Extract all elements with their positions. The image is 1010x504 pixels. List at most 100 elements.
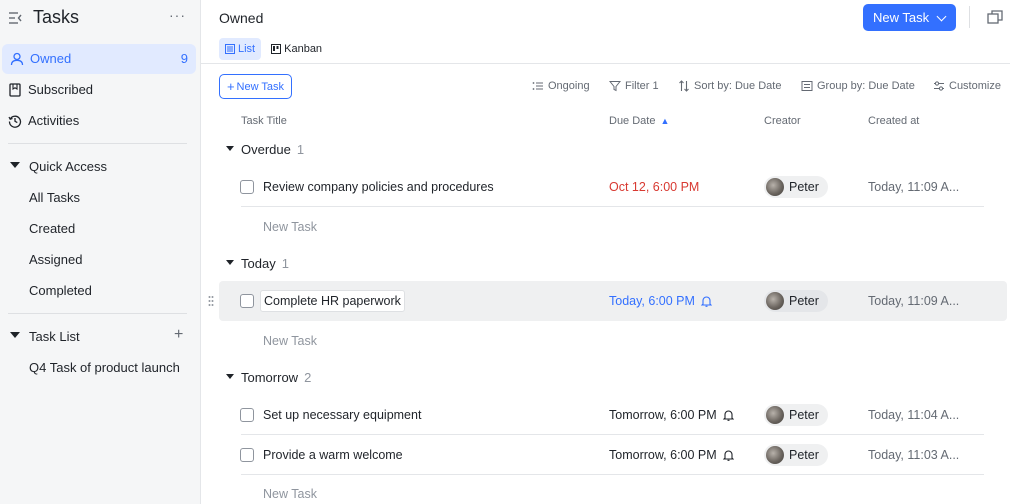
task-title[interactable]: Review company policies and procedures	[263, 180, 494, 194]
task-due-date[interactable]: Tomorrow, 6:00 PM	[609, 448, 734, 462]
add-task-row[interactable]: New Task	[263, 220, 317, 234]
add-task-row[interactable]: New Task	[263, 334, 317, 348]
customize-button[interactable]: Customize	[933, 80, 1001, 92]
filter-label: Filter 1	[625, 80, 659, 92]
sidebar-item-label: Subscribed	[28, 82, 94, 97]
chevron-down-icon	[936, 11, 947, 22]
bell-icon	[722, 450, 734, 461]
page-title: Owned	[219, 10, 264, 26]
history-icon	[8, 115, 22, 128]
sidebar-item-assigned[interactable]: Assigned	[29, 252, 82, 267]
drag-handle-icon[interactable]	[208, 295, 214, 307]
group-name: Today	[241, 256, 276, 271]
task-list-label: Task List	[29, 329, 80, 344]
plus-icon: +	[226, 79, 235, 94]
due-date-text: Tomorrow, 6:00 PM	[609, 448, 717, 462]
sidebar: Tasks ··· Owned 9 Subscribed Activities …	[0, 0, 201, 504]
tab-list[interactable]: List	[219, 38, 262, 60]
ongoing-filter[interactable]: Ongoing	[532, 80, 590, 92]
group-count: 1	[281, 256, 289, 271]
task-title[interactable]: Set up necessary equipment	[263, 408, 421, 422]
sidebar-item-activities[interactable]: Activities	[0, 106, 196, 136]
sidebar-item-completed[interactable]: Completed	[29, 283, 92, 298]
group-button[interactable]: Group by: Due Date	[801, 80, 915, 92]
sidebar-item-created[interactable]: Created	[29, 221, 75, 236]
collapse-triangle-icon[interactable]	[226, 146, 234, 151]
creator-name: Peter	[789, 408, 819, 422]
sidebar-item-all-tasks[interactable]: All Tasks	[29, 190, 80, 205]
collapse-triangle-icon[interactable]	[10, 162, 20, 168]
open-in-new-window-icon[interactable]	[987, 10, 1003, 24]
creator-chip[interactable]: Peter	[764, 176, 828, 198]
column-header-creator[interactable]: Creator	[764, 115, 801, 127]
task-row[interactable]: Provide a warm welcome Tomorrow, 6:00 PM…	[219, 435, 1007, 475]
task-title[interactable]: Provide a warm welcome	[263, 448, 403, 462]
collapse-triangle-icon[interactable]	[10, 332, 20, 338]
column-header-due-date[interactable]: Due Date ▲	[609, 115, 669, 127]
sort-label: Sort by: Due Date	[694, 80, 782, 92]
new-task-button[interactable]: New Task	[863, 4, 956, 31]
group-label: Group by: Due Date	[817, 80, 915, 92]
task-created-at: Today, 11:03 A...	[868, 448, 960, 462]
task-checkbox[interactable]	[240, 294, 254, 308]
filter-icon	[609, 81, 621, 92]
header-separator	[201, 63, 1010, 64]
column-header-created-at[interactable]: Created at	[868, 115, 919, 127]
creator-chip[interactable]: Peter	[764, 290, 828, 312]
task-title-editor[interactable]: Complete HR paperwork	[260, 290, 405, 312]
task-row[interactable]: Set up necessary equipment Tomorrow, 6:0…	[219, 395, 1007, 435]
task-due-date[interactable]: Oct 12, 6:00 PM	[609, 180, 699, 194]
bookmark-icon	[9, 83, 21, 97]
inline-new-task-button[interactable]: + New Task	[219, 74, 292, 99]
collapse-sidebar-icon[interactable]	[8, 10, 24, 26]
creator-chip[interactable]: Peter	[764, 444, 828, 466]
quick-access-group[interactable]: Quick Access	[0, 153, 196, 179]
creator-name: Peter	[789, 180, 819, 194]
due-date-text: Oct 12, 6:00 PM	[609, 180, 700, 194]
task-due-date[interactable]: Tomorrow, 6:00 PM	[609, 408, 734, 422]
task-checkbox[interactable]	[240, 408, 254, 422]
group-count: 1	[296, 142, 305, 157]
avatar	[766, 292, 784, 310]
add-task-list-icon[interactable]: +	[174, 326, 183, 344]
collapse-triangle-icon[interactable]	[226, 374, 234, 379]
avatar	[766, 446, 784, 464]
tab-kanban[interactable]: Kanban	[265, 38, 328, 60]
customize-icon	[934, 81, 944, 91]
tab-label: List	[238, 43, 256, 55]
group-name: Tomorrow	[241, 370, 299, 385]
creator-chip[interactable]: Peter	[764, 404, 828, 426]
more-options-icon[interactable]: ···	[169, 8, 187, 26]
main-panel: Owned New Task List Kanban + New Task On…	[201, 0, 1010, 504]
sidebar-item-owned[interactable]: Owned 9	[2, 44, 196, 74]
task-due-date[interactable]: Today, 6:00 PM	[609, 294, 712, 308]
task-row[interactable]: Complete HR paperwork Today, 6:00 PM Pet…	[208, 281, 1007, 321]
creator-name: Peter	[789, 294, 819, 308]
add-task-row[interactable]: New Task	[263, 487, 317, 501]
sort-button[interactable]: Sort by: Due Date	[678, 80, 781, 92]
task-created-at: Today, 11:04 A...	[868, 408, 960, 422]
sort-ascending-icon: ▲	[660, 116, 670, 126]
header-divider	[969, 6, 970, 28]
filter-button[interactable]: Filter 1	[609, 80, 659, 92]
customize-label: Customize	[949, 80, 1001, 92]
sidebar-item-subscribed[interactable]: Subscribed	[0, 75, 196, 105]
due-date-text: Today, 6:00 PM	[609, 294, 695, 308]
task-list-group[interactable]: Task List +	[0, 323, 196, 349]
tasks-app: Tasks ··· Owned 9 Subscribed Activities …	[0, 0, 1010, 504]
view-switcher: List Kanban	[219, 38, 328, 60]
task-checkbox[interactable]	[240, 448, 254, 462]
task-checkbox[interactable]	[240, 180, 254, 194]
bell-icon	[700, 296, 712, 307]
group-name: Overdue	[241, 142, 291, 157]
person-icon	[10, 52, 24, 66]
sidebar-item-task-list[interactable]: Q4 Task of product launch	[29, 360, 180, 375]
task-row[interactable]: Review company policies and procedures O…	[219, 167, 1007, 207]
column-header-title[interactable]: Task Title	[241, 115, 287, 127]
task-created-at: Today, 11:09 A...	[868, 294, 960, 308]
collapse-triangle-icon[interactable]	[226, 260, 234, 265]
sidebar-divider	[8, 313, 187, 314]
sidebar-item-label: Activities	[28, 113, 80, 128]
inline-new-task-label: New Task	[236, 80, 285, 93]
sidebar-header: Tasks ···	[0, 0, 201, 36]
